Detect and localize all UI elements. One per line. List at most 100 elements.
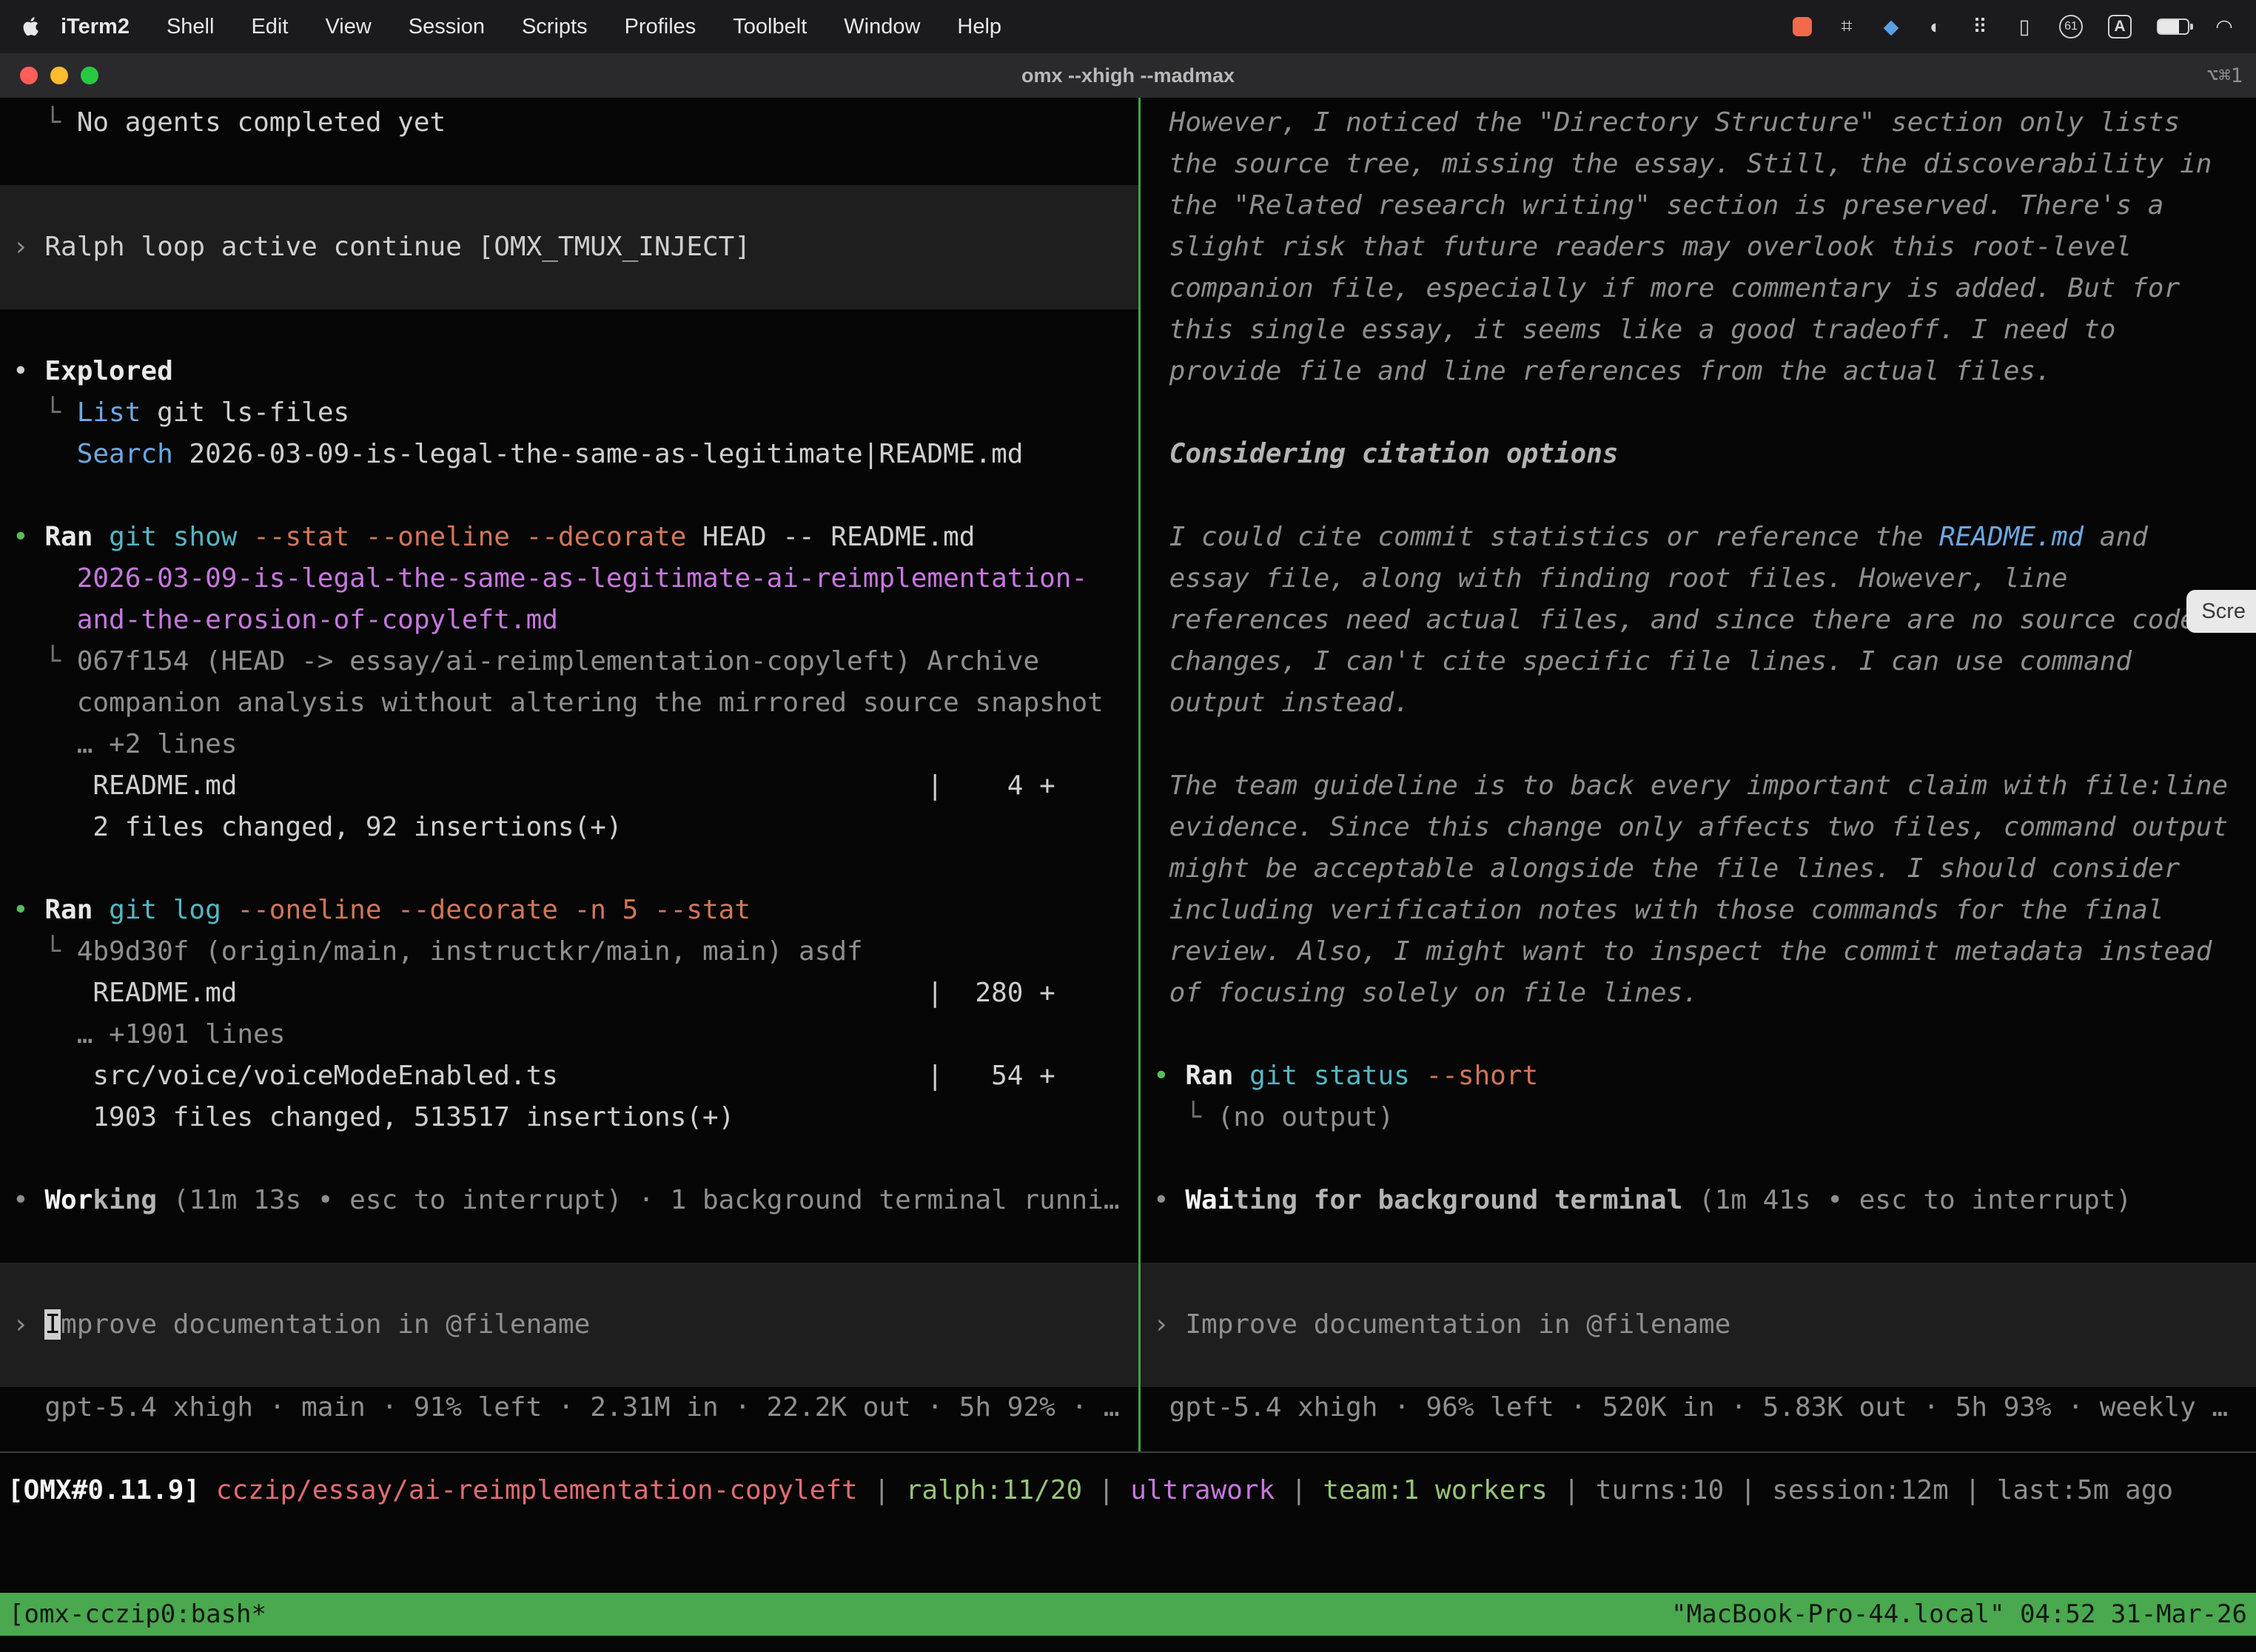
terminal-line: the source tree, missing the essay. Stil… [1141,144,2256,185]
working-status-line: • Working (11m 13s • esc to interrupt) ·… [0,1180,1138,1221]
terminal-line: might be acceptable alongside the file l… [1141,848,2256,890]
menu-item-profiles[interactable]: Profiles [606,15,715,39]
terminal-line [1141,1014,2256,1055]
terminal-line [0,848,1138,890]
terminal-line: the "Related research writing" section i… [1141,185,2256,226]
terminal-line: src/voice/voiceModeEnabled.ts | 54 + [0,1055,1138,1097]
menu-item-scripts[interactable]: Scripts [503,15,606,39]
menu-bar-status-icons: ⌗ ◆ ◐ ⠿ ▯ 61 A ◠ [1793,15,2234,38]
terminal-line: README.md | 4 + [0,765,1138,807]
iphone-mirroring-icon[interactable]: ▯ [2015,16,2034,38]
terminal-line [1141,392,2256,434]
waiting-status-line: • Waiting for background terminal (1m 41… [1141,1180,2256,1221]
left-terminal-pane[interactable]: └ No agents completed yet › Ralph loop ac… [0,98,1138,1451]
screen-notification-tooltip[interactable]: Scre [2186,590,2256,633]
window-title-bar[interactable]: omx --xhigh --madmax ⌥⌘1 [0,53,2256,98]
terminal-line: I could cite commit statistics or refere… [1141,517,2256,558]
keyboard-icon[interactable]: ⌗ [1837,15,1856,38]
terminal-area: └ No agents completed yet › Ralph loop ac… [0,98,2256,1451]
menu-item-toolbelt[interactable]: Toolbelt [714,15,825,39]
thinking-heading: Considering citation options [1141,434,2256,475]
menu-item-iterm2[interactable]: iTerm2 [52,15,148,39]
terminal-line [0,185,1138,226]
menu-item-window[interactable]: Window [825,15,939,39]
prompt-input[interactable]: › Improve documentation in @filename [1141,1263,2256,1387]
battery-icon[interactable] [2157,19,2189,35]
close-button[interactable] [20,67,38,84]
terminal-line: of focusing solely on file lines. [1141,973,2256,1014]
terminal-line: … +2 lines [0,724,1138,765]
minimize-button[interactable] [50,67,68,84]
traffic-lights [0,67,98,84]
terminal-line: › Ralph loop active continue [OMX_TMUX_I… [0,226,1138,268]
terminal-line: └ 067f154 (HEAD -> essay/ai-reimplementa… [0,641,1138,682]
apps-grid-icon[interactable]: ⠿ [1970,16,1990,38]
model-status-line: gpt-5.4 xhigh · main · 91% left · 2.31M … [0,1387,1138,1428]
terminal-line: provide file and line references from th… [1141,351,2256,392]
terminal-line: › Improve documentation in @filename [0,1304,1138,1346]
terminal-line [1141,1138,2256,1180]
terminal-line: review. Also, I might want to inspect th… [1141,931,2256,973]
terminal-line: slight risk that future readers may over… [1141,226,2256,268]
terminal-line: companion analysis without altering the … [0,682,1138,724]
terminal-line [0,144,1138,185]
cleanmymac-icon[interactable]: 61 [2059,15,2083,38]
terminal-line: Search 2026-03-09-is-legal-the-same-as-l… [0,434,1138,475]
ralph-loop-banner: › Ralph loop active continue [OMX_TMUX_I… [0,185,1138,309]
terminal-line: this single essay, it seems like a good … [1141,309,2256,351]
onepassword-icon[interactable]: ◐ [1926,16,1945,38]
input-source-icon[interactable]: A [2108,15,2132,38]
terminal-line: However, I noticed the "Directory Struct… [1141,102,2256,144]
menu-item-edit[interactable]: Edit [232,15,306,39]
terminal-line: essay file, along with finding root file… [1141,558,2256,600]
screen-recording-indicator-icon[interactable] [1793,17,1812,36]
terminal-line: └ 4b9d30f (origin/main, instructkr/main,… [0,931,1138,973]
terminal-line: companion file, especially if more comme… [1141,268,2256,309]
terminal-line [1141,1263,2256,1304]
terminal-line: 2 files changed, 92 insertions(+) [0,807,1138,848]
terminal-line [1141,724,2256,765]
terminal-line: README.md | 280 + [0,973,1138,1014]
window-title: omx --xhigh --madmax [0,64,2256,87]
model-status-line: gpt-5.4 xhigh · 96% left · 520K in · 5.8… [1141,1387,2256,1428]
right-terminal-pane[interactable]: However, I noticed the "Directory Struct… [1141,98,2256,1451]
menu-item-help[interactable]: Help [939,15,1020,39]
tmux-host-clock: "MacBook-Pro-44.local" 04:52 31-Mar-26 [1671,1599,2247,1629]
apple-menu[interactable] [22,16,41,38]
menu-bar: iTerm2ShellEditViewSessionScriptsProfile… [0,0,2256,53]
terminal-line: including verification notes with those … [1141,890,2256,931]
terminal-line [0,1221,1138,1263]
terminal-line: output instead. [1141,682,2256,724]
tmux-status-bar: [omx-cczip0:bash* "MacBook-Pro-44.local"… [0,1593,2256,1636]
terminal-line [1141,1221,2256,1263]
terminal-line: references need actual files, and since … [1141,600,2256,641]
terminal-line: 1903 files changed, 513517 insertions(+) [0,1097,1138,1138]
terminal-line: └ No agents completed yet [0,102,1138,144]
terminal-line [0,268,1138,309]
terminal-line: 2026-03-09-is-legal-the-same-as-legitima… [0,558,1138,600]
terminal-line [1141,1346,2256,1387]
terminal-line: and-the-erosion-of-copyleft.md [0,600,1138,641]
tmux-session-info: [omx-cczip0:bash* [9,1599,266,1629]
prompt-input[interactable]: › Improve documentation in @filename [0,1263,1138,1387]
terminal-line: • Ran git status --short [1141,1055,2256,1097]
menu-item-session[interactable]: Session [390,15,503,39]
terminal-line: … +1901 lines [0,1014,1138,1055]
terminal-line [0,1263,1138,1304]
omx-status-line: [OMX#0.11.9] cczip/essay/ai-reimplementa… [0,1470,2256,1511]
docker-icon[interactable]: ◆ [1881,16,1901,38]
terminal-line [1141,475,2256,517]
menu-item-shell[interactable]: Shell [148,15,233,39]
terminal-line [0,309,1138,351]
menu-item-view[interactable]: View [306,15,389,39]
screen: iTerm2ShellEditViewSessionScriptsProfile… [0,0,2256,1652]
terminal-line: changes, I can't cite specific file line… [1141,641,2256,682]
zoom-button[interactable] [81,67,98,84]
terminal-line: evidence. Since this change only affects… [1141,807,2256,848]
terminal-line: › Improve documentation in @filename [1141,1304,2256,1346]
wifi-icon[interactable]: ◠ [2215,16,2234,38]
terminal-line [0,1138,1138,1180]
terminal-line [0,475,1138,517]
omx-status-bar: [OMX#0.11.9] cczip/essay/ai-reimplementa… [0,1453,2256,1593]
terminal-line: • Ran git log --oneline --decorate -n 5 … [0,890,1138,931]
